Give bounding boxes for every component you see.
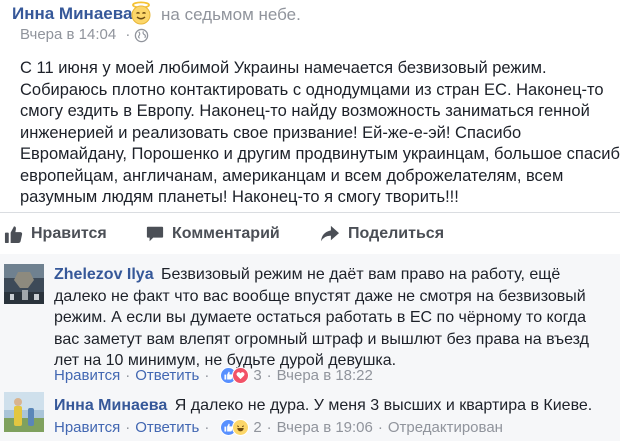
post-body-line: смогу ездить в Европу. Наконец-то найду … xyxy=(20,102,590,120)
comment-author[interactable]: Инна Минаева xyxy=(54,397,167,414)
separator: · xyxy=(125,366,131,384)
comment-text-line: далеко не факт что вас вообще впустят да… xyxy=(54,287,586,305)
comment-button[interactable]: Комментарий xyxy=(146,222,280,246)
post-feeling: на седьмом небе. xyxy=(161,5,301,24)
halo-smile-emoji-icon xyxy=(131,1,151,25)
comment-text-line: вас заметут вам влепят огромный штраф и … xyxy=(54,330,589,348)
facebook-post: Инна Минаева на седьмом небе. Вчера в 14… xyxy=(0,0,620,441)
comment-actions: Нравится · Ответить · 2 · Вчера в 19:06 … xyxy=(54,417,503,437)
comment-like-link[interactable]: Нравится xyxy=(54,367,120,384)
comment-reply-link[interactable]: Ответить xyxy=(135,419,199,436)
separator: · xyxy=(204,418,210,436)
reaction-count: 3 xyxy=(253,366,262,384)
reaction-count: 2 xyxy=(253,418,262,436)
comment-label: Комментарий xyxy=(172,225,280,242)
comment-text: Я далеко не дура. У меня 3 высших и квар… xyxy=(174,397,593,414)
post-timestamp[interactable]: Вчера в 14:04 · xyxy=(20,26,130,43)
like-button[interactable]: Нравится xyxy=(4,222,107,246)
comment-like-link[interactable]: Нравится xyxy=(54,419,120,436)
comment-bubble-icon xyxy=(146,226,164,242)
separator: · xyxy=(266,366,272,384)
comment-actions: Нравится · Ответить · 3 · Вчера в 18:22 xyxy=(54,365,373,385)
share-button[interactable]: Поделиться xyxy=(320,222,444,246)
comment-text: Безвизовый режим не даёт вам право на ра… xyxy=(161,266,561,283)
avatar[interactable] xyxy=(4,264,44,304)
avatar[interactable] xyxy=(4,392,44,432)
reactions-summary[interactable] xyxy=(220,418,250,436)
comment-text-line: Zhelezov Ilya Безвизовый режим не даёт в… xyxy=(54,264,560,286)
share-label: Поделиться xyxy=(348,225,445,242)
divider xyxy=(0,212,620,213)
love-reaction-icon xyxy=(232,366,250,384)
separator: · xyxy=(125,418,131,436)
avatar-image xyxy=(4,264,44,304)
comment-reply-link[interactable]: Ответить xyxy=(135,367,199,384)
comment-timestamp[interactable]: Вчера в 19:06 xyxy=(277,419,373,436)
post-body-line: Евромайдану, Порошенко и другим продвину… xyxy=(20,145,620,163)
post-body-line: европейцам, англичанам, американцам и вс… xyxy=(20,166,564,185)
comment-timestamp[interactable]: Вчера в 18:22 xyxy=(277,367,373,384)
separator: · xyxy=(204,366,210,384)
reactions-summary[interactable] xyxy=(220,366,250,384)
globe-icon[interactable] xyxy=(134,28,149,43)
post-body-line: инженерией и реализовать свое призвание!… xyxy=(20,123,522,142)
avatar-image xyxy=(4,392,44,432)
thumbs-up-icon xyxy=(4,225,23,243)
post-timestamp-text[interactable]: Вчера в 14:04 xyxy=(20,26,116,43)
separator: · xyxy=(377,418,383,436)
post-body-line: разумным людям планеты! Наконец-то я смо… xyxy=(20,188,459,206)
like-label: Нравится xyxy=(31,225,107,242)
edited-label[interactable]: Отредактирован xyxy=(388,419,503,436)
comment-text-line: режим. А если вы думаете остаться работа… xyxy=(54,309,586,326)
comment-author[interactable]: Zhelezov Ilya xyxy=(54,266,154,283)
share-arrow-icon xyxy=(321,225,339,242)
post-body: С 11 июня у моей любимой Украины намечае… xyxy=(20,58,620,209)
meta-separator: · xyxy=(125,26,131,43)
post-body-line: Собираюсь плотно контактировать с одноду… xyxy=(20,80,604,99)
haha-reaction-icon xyxy=(232,418,250,436)
comment-text-line: Инна Минаева Я далеко не дура. У меня 3 … xyxy=(54,395,592,417)
separator: · xyxy=(266,418,272,436)
post-author-name[interactable]: Инна Минаева xyxy=(12,4,132,24)
post-body-line: С 11 июня у моей любимой Украины намечае… xyxy=(20,59,547,77)
